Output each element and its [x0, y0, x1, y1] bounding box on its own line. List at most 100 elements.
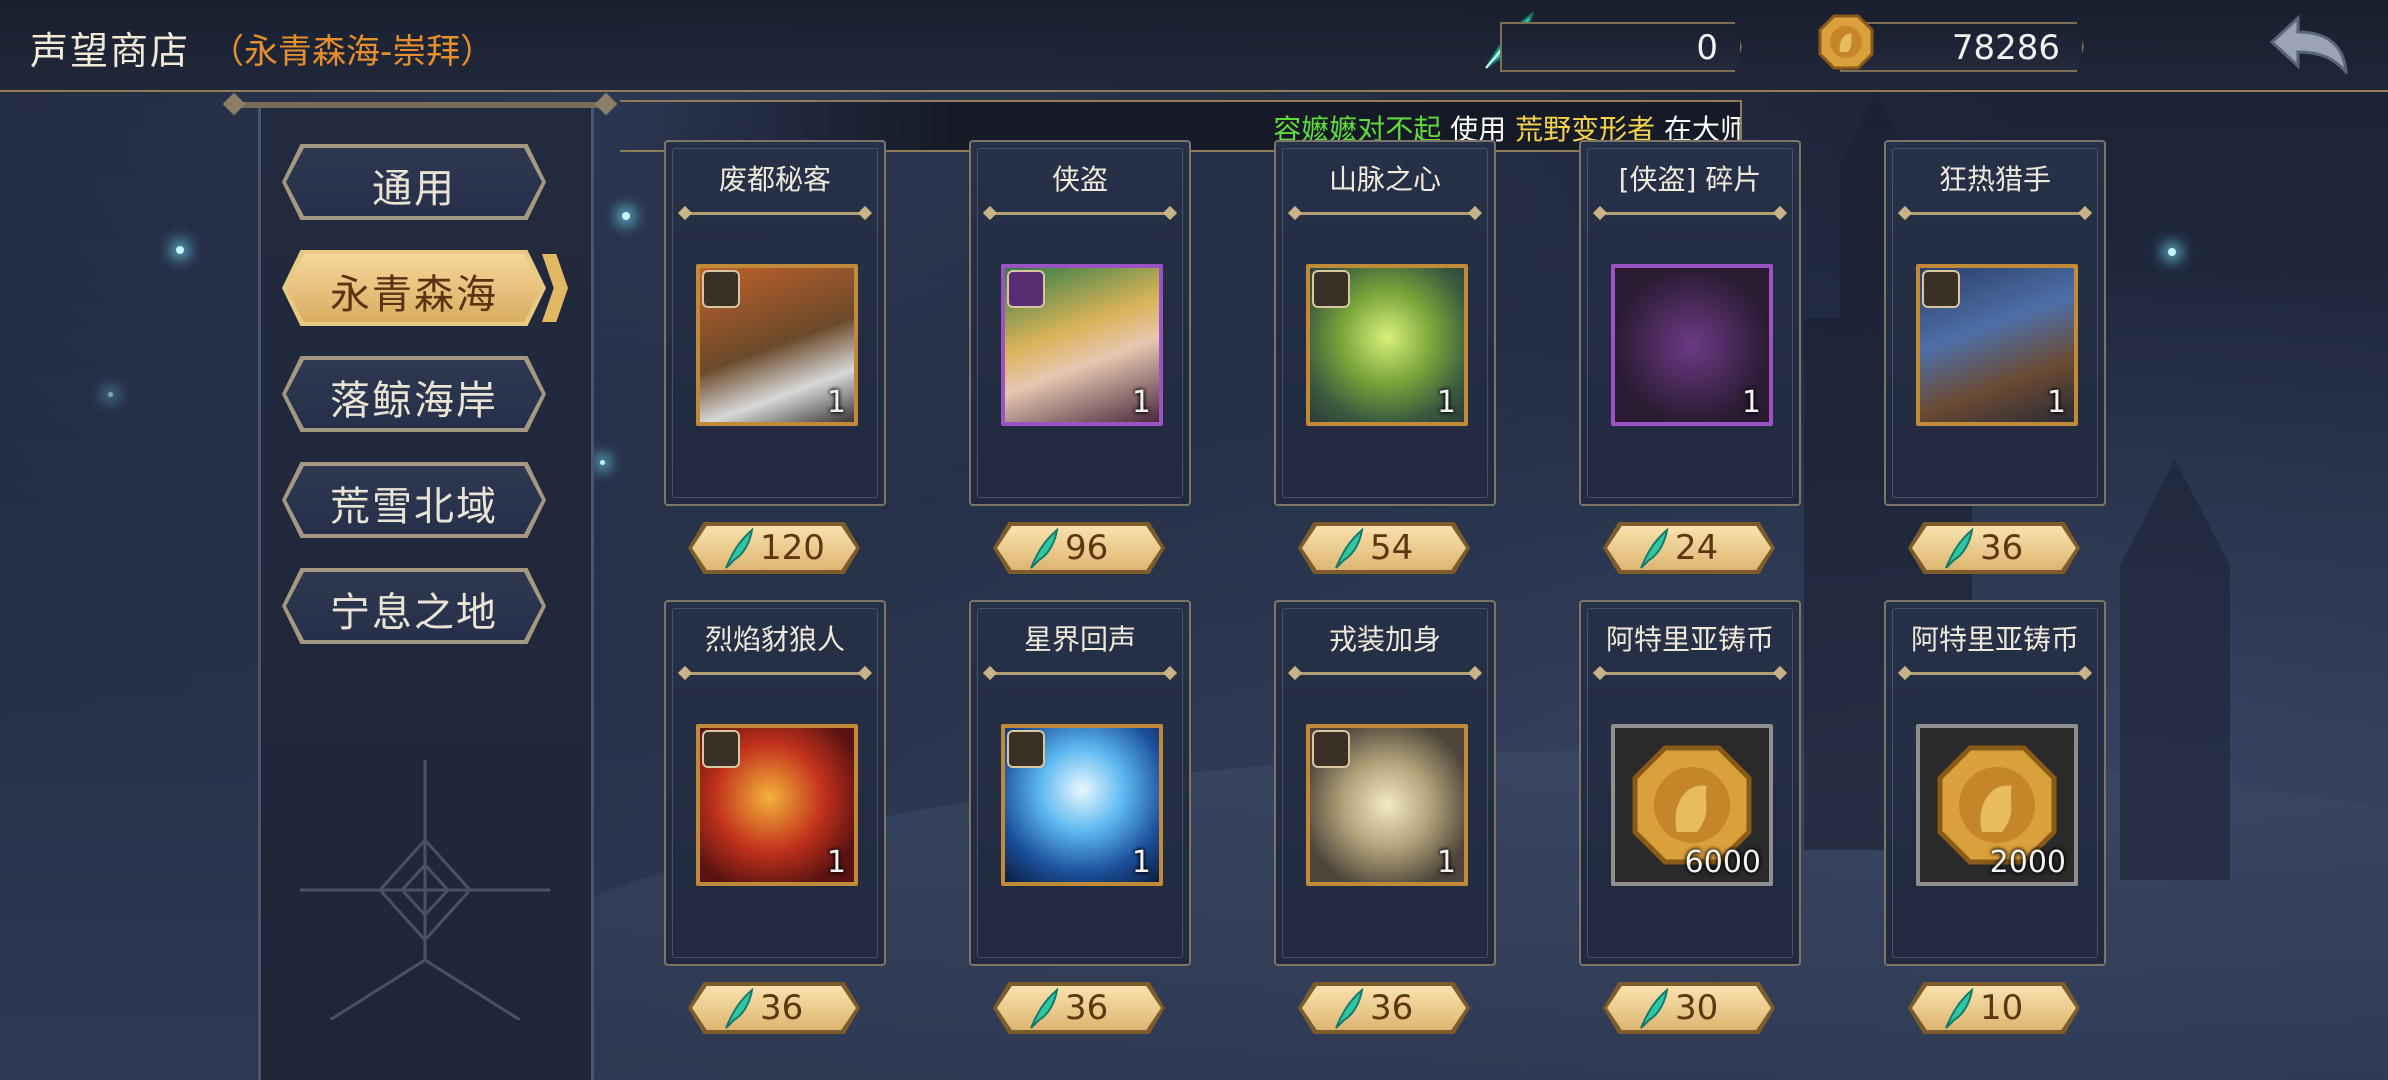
shop-item-card[interactable]: 废都秘客 1	[664, 140, 886, 506]
star-decoration	[108, 392, 113, 397]
price-button[interactable]: 30	[1603, 982, 1775, 1034]
card-divider	[1904, 212, 2086, 215]
feather-icon	[1945, 988, 1974, 1029]
faction-icon	[702, 270, 740, 308]
item-name: 戎装加身	[1328, 623, 1441, 656]
price-button[interactable]: 36	[688, 982, 860, 1034]
tab-general[interactable]: 通用	[282, 144, 546, 220]
price-value: 10	[1980, 988, 2024, 1028]
price-value: 54	[1370, 528, 1414, 568]
price-button[interactable]: 36	[1298, 982, 1470, 1034]
card-divider	[1599, 212, 1781, 215]
top-bar: 声望商店 （永青森海-崇拜） 0 78286	[0, 0, 2388, 92]
banner-ornament	[300, 760, 550, 1020]
price-value: 24	[1675, 528, 1719, 568]
gold-coin-icon	[1818, 14, 1874, 70]
item-quantity: 1	[2046, 385, 2066, 420]
price-value: 96	[1065, 528, 1109, 568]
artifact-icon	[1312, 730, 1350, 768]
feather-icon	[1640, 988, 1669, 1029]
item-quantity: 1	[826, 385, 846, 420]
card-divider	[989, 672, 1171, 675]
fanatic-hunter-icon: 1	[1916, 264, 2078, 426]
shop-item-card[interactable]: 狂热猎手 1	[1884, 140, 2106, 506]
background-tower	[2120, 460, 2230, 880]
price-button[interactable]: 10	[1908, 982, 2080, 1034]
banner-rod	[232, 102, 612, 108]
tab-label: 永青森海	[330, 272, 498, 318]
feather-icon	[725, 528, 754, 569]
shop-item-card[interactable]: 星界回声 1	[969, 600, 1191, 966]
feather-icon	[1335, 988, 1364, 1029]
item-name: [侠盗] 碎片	[1618, 163, 1762, 196]
item-name: 星界回声	[1023, 623, 1136, 656]
item-quantity: 1	[826, 845, 846, 880]
card-divider	[989, 212, 1171, 215]
tab-label: 荒雪北域	[330, 484, 498, 530]
feather-icon	[1335, 528, 1364, 569]
price-value: 36	[760, 988, 804, 1028]
feather-icon	[1945, 528, 1974, 569]
item-quantity: 6000	[1684, 845, 1761, 880]
item-quantity: 1	[1436, 385, 1456, 420]
price-value: 30	[1675, 988, 1719, 1028]
shop-item-card[interactable]: 阿特里亚铸币 6000	[1579, 600, 1801, 966]
card-divider	[1294, 672, 1476, 675]
item-quantity: 1	[1741, 385, 1761, 420]
gold-currency-box: 78286	[1840, 22, 2084, 72]
hero-portrait-icon: 1	[696, 264, 858, 426]
shop-item-card[interactable]: 侠盗 1	[969, 140, 1191, 506]
tab-whale-coast[interactable]: 落鲸海岸	[282, 356, 546, 432]
price-button[interactable]: 54	[1298, 522, 1470, 574]
price-button[interactable]: 24	[1603, 522, 1775, 574]
feather-icon	[725, 988, 754, 1029]
gold-count: 78286	[1951, 28, 2060, 68]
shop-item-card[interactable]: 山脉之心 1	[1274, 140, 1496, 506]
feather-icon	[1030, 988, 1059, 1029]
artifact-icon	[1007, 730, 1045, 768]
feather-icon	[1640, 528, 1669, 569]
shop-item-card[interactable]: 烈焰豺狼人 1	[664, 600, 886, 966]
price-value: 36	[1065, 988, 1109, 1028]
price-button[interactable]: 120	[688, 522, 860, 574]
puzzle-shard-icon: 1	[1611, 264, 1773, 426]
item-name: 阿特里亚铸币	[1605, 623, 1774, 656]
tab-rest-land[interactable]: 宁息之地	[282, 568, 546, 644]
feather-icon	[1030, 528, 1059, 569]
shop-item-card[interactable]: 阿特里亚铸币 2000	[1884, 600, 2106, 966]
tab-label: 落鲸海岸	[330, 378, 498, 424]
price-value: 36	[1370, 988, 1414, 1028]
card-divider	[1294, 212, 1476, 215]
star-decoration	[600, 460, 605, 465]
banner-rod-end	[594, 92, 618, 116]
price-button[interactable]: 36	[993, 982, 1165, 1034]
item-name: 狂热猎手	[1938, 163, 2051, 196]
tab-evergreen-sea[interactable]: 永青森海	[282, 250, 568, 326]
artifact-icon	[1922, 270, 1960, 308]
shop-item-card[interactable]: [侠盗] 碎片 1	[1579, 140, 1801, 506]
back-arrow-icon[interactable]	[2268, 14, 2352, 74]
crystal-artifact-icon: 1	[1306, 264, 1468, 426]
price-button[interactable]: 36	[1908, 522, 2080, 574]
card-divider	[1904, 672, 2086, 675]
banner-rod-end	[222, 92, 246, 116]
faction-icon	[1007, 270, 1045, 308]
tab-snow-north[interactable]: 荒雪北域	[282, 462, 546, 538]
feather-count: 0	[1696, 28, 1718, 68]
gold-coin-icon: 2000	[1916, 724, 2078, 886]
feather-currency-box: 0	[1500, 22, 1742, 72]
tab-label: 宁息之地	[330, 590, 498, 636]
item-quantity: 2000	[1989, 845, 2066, 880]
price-button[interactable]: 96	[993, 522, 1165, 574]
item-quantity: 1	[1436, 845, 1456, 880]
item-name: 山脉之心	[1328, 163, 1441, 196]
price-value: 36	[1980, 528, 2024, 568]
shop-item-card[interactable]: 戎装加身 1	[1274, 600, 1496, 966]
astral-echo-icon: 1	[1001, 724, 1163, 886]
item-name: 阿特里亚铸币	[1910, 623, 2079, 656]
tab-label: 通用	[372, 166, 456, 212]
item-quantity: 1	[1131, 385, 1151, 420]
item-name: 烈焰豺狼人	[704, 623, 845, 656]
page-subtitle: （永青森海-崇拜）	[210, 32, 495, 72]
hero-portrait-icon: 1	[1001, 264, 1163, 426]
